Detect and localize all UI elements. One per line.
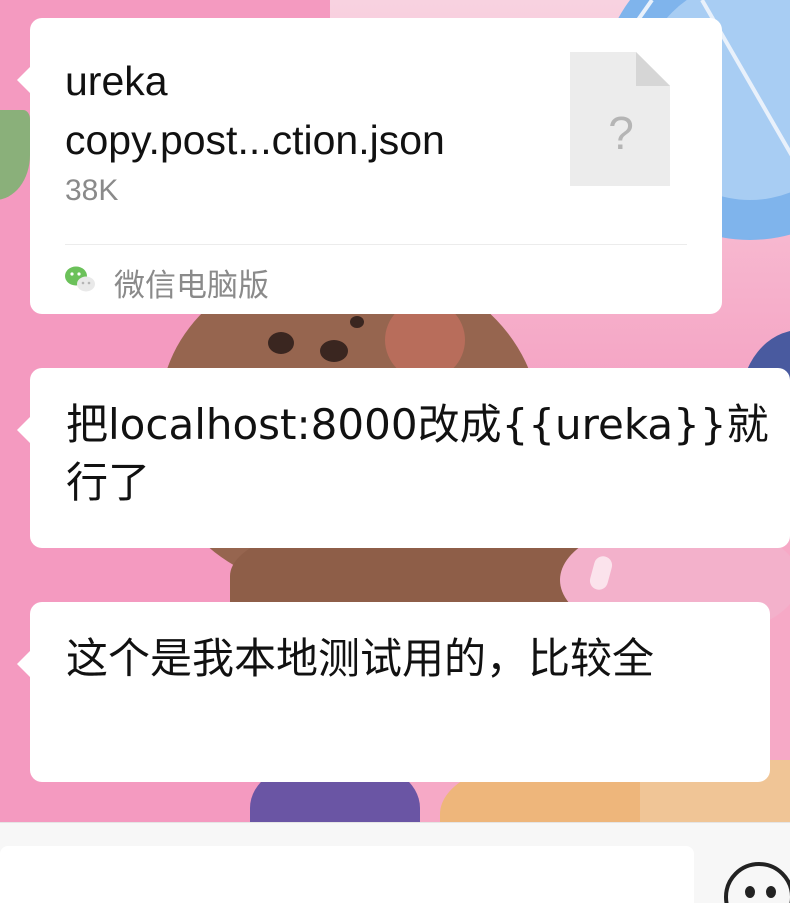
wechat-icon <box>65 266 95 292</box>
message-text: 把localhost:8000改成{{ureka}}就行了 <box>66 400 769 507</box>
file-name-line-2: copy.post...ction.json <box>65 117 445 163</box>
file-size: 38K <box>65 174 119 207</box>
chat-screen: ureka copy.post...ction.json 38K ? 微信电脑版… <box>0 0 790 903</box>
text-message-bubble[interactable]: 把localhost:8000改成{{ureka}}就行了 <box>17 368 790 548</box>
unknown-file-type-icon: ? <box>608 107 634 159</box>
source-label: 微信电脑版 <box>114 268 269 304</box>
file-name: ureka copy.post...ction.json <box>65 52 555 170</box>
file-name-line-1: ureka <box>65 58 168 104</box>
message-input[interactable] <box>0 846 694 903</box>
message-text: 这个是我本地测试用的，比较全 <box>66 634 655 683</box>
text-message-bubble[interactable]: 这个是我本地测试用的，比较全 <box>17 602 770 782</box>
file-message-bubble[interactable]: ureka copy.post...ction.json 38K ? 微信电脑版 <box>17 18 722 314</box>
file-divider <box>65 244 687 245</box>
